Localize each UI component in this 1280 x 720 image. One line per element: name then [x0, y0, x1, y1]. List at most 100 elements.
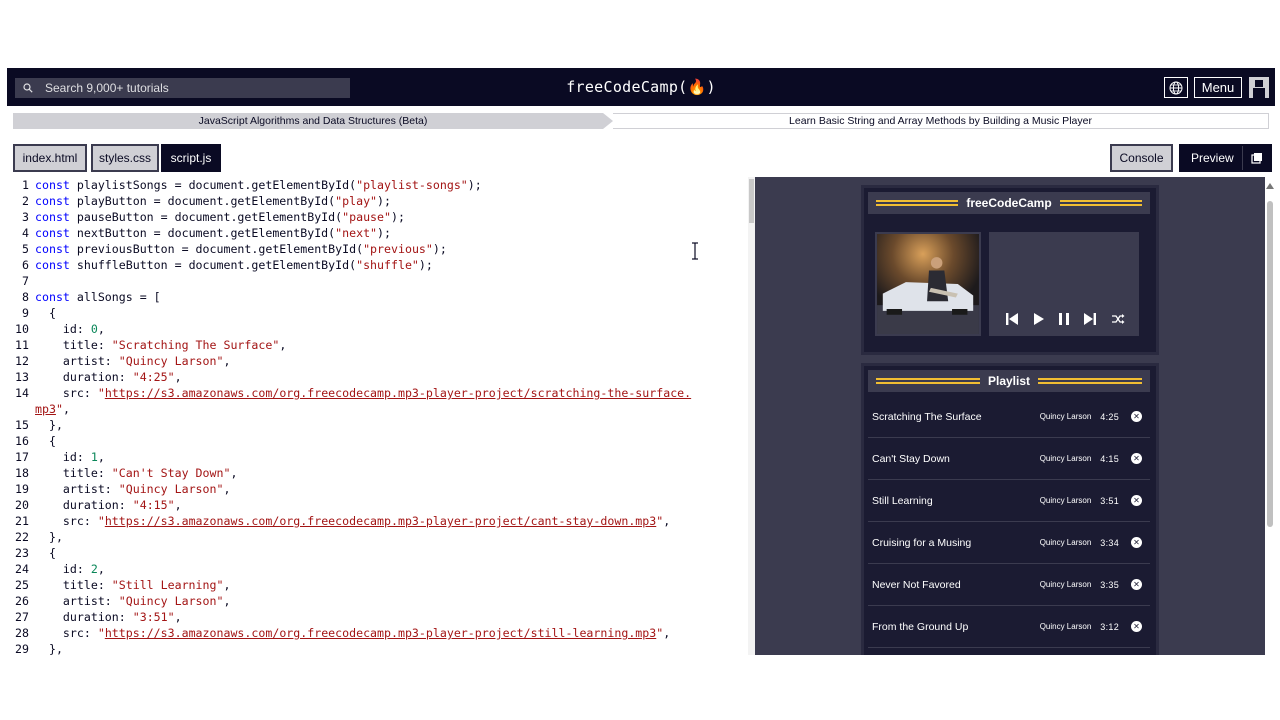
editor-scrollbar-thumb[interactable]	[749, 179, 754, 223]
code-line[interactable]: 9 {	[7, 305, 56, 321]
code-line[interactable]: 22 },	[7, 529, 63, 545]
line-number: 9	[22, 306, 29, 320]
song-title[interactable]: Still Learning	[868, 495, 1040, 507]
playlist-title-bar: Playlist	[868, 370, 1150, 392]
delete-song-button[interactable]: ✕	[1131, 411, 1142, 422]
line-number: 29	[15, 642, 29, 655]
code-line[interactable]: 1 const playlistSongs = document.getEleme…	[7, 177, 482, 193]
code-line[interactable]: 4 const nextButton = document.getElementB…	[7, 225, 391, 241]
menu-button[interactable]: Menu	[1194, 77, 1242, 98]
code-line[interactable]: 16 {	[7, 433, 56, 449]
song-title[interactable]: From the Ground Up	[868, 621, 1040, 633]
editor-scrollbar[interactable]	[748, 177, 755, 655]
line-number: 18	[15, 466, 29, 480]
tab-index-html[interactable]: index.html	[13, 144, 87, 172]
code-line[interactable]: 13 duration: "4:25",	[7, 369, 182, 385]
play-icon[interactable]	[1032, 312, 1046, 326]
code-line[interactable]: 24 id: 2,	[7, 561, 105, 577]
playlist-song[interactable]: Still Learning Quincy Larson 3:51 ✕	[868, 480, 1150, 522]
code-line[interactable]: 18 title: "Can't Stay Down",	[7, 465, 237, 481]
code-line[interactable]: 2 const playButton = document.getElementB…	[7, 193, 391, 209]
code-editor[interactable]: 1 const playlistSongs = document.getEleme…	[7, 177, 755, 655]
song-artist: Quincy Larson	[1039, 580, 1092, 589]
code-line[interactable]: 27 duration: "3:51",	[7, 609, 182, 625]
code-line[interactable]: 15 },	[7, 417, 63, 433]
line-number: 22	[15, 530, 29, 544]
code-text: title: "Still Learning",	[35, 578, 231, 592]
code-text: },	[35, 642, 63, 655]
preview-button[interactable]: Preview	[1179, 144, 1272, 172]
code-line[interactable]: 25 title: "Still Learning",	[7, 577, 230, 593]
code-line[interactable]: 3 const pauseButton = document.getElement…	[7, 209, 405, 225]
code-line[interactable]: 23 {	[7, 545, 56, 561]
code-line[interactable]: 5 const previousButton = document.getElem…	[7, 241, 447, 257]
console-button[interactable]: Console	[1110, 144, 1173, 172]
song-title[interactable]: Never Not Favored	[868, 579, 1040, 591]
song-artist: Quincy Larson	[1039, 496, 1092, 505]
code-line[interactable]: 6 const shuffleButton = document.getEleme…	[7, 257, 433, 273]
title-decoration-right	[1038, 378, 1142, 384]
code-line[interactable]: 19 artist: "Quincy Larson",	[7, 481, 230, 497]
playlist-song[interactable]: Scratching The Surface Quincy Larson 4:25 ✕	[868, 396, 1150, 438]
song-artist: Quincy Larson	[1039, 538, 1092, 547]
code-line[interactable]: 28 src: "https://s3.amazonaws.com/org.fr…	[7, 625, 670, 641]
playlist-song[interactable]: From the Ground Up Quincy Larson 3:12 ✕	[868, 606, 1150, 648]
breadcrumb-course[interactable]: JavaScript Algorithms and Data Structure…	[13, 113, 613, 129]
playlist-title: Playlist	[987, 374, 1031, 388]
song-artist: Quincy Larson	[1039, 622, 1092, 631]
delete-song-button[interactable]: ✕	[1131, 579, 1142, 590]
site-logo[interactable]: freeCodeCamp(🔥)	[7, 78, 1275, 96]
preview-scrollbar-thumb[interactable]	[1267, 201, 1273, 527]
song-title[interactable]: Scratching The Surface	[868, 411, 1040, 423]
player-controls	[989, 232, 1139, 336]
code-line[interactable]: 7	[7, 273, 35, 289]
line-number: 24	[15, 562, 29, 576]
playlist-song[interactable]: Cruising for a Musing Quincy Larson 3:34 ✕	[868, 522, 1150, 564]
code-line[interactable]: 12 artist: "Quincy Larson",	[7, 353, 230, 369]
delete-song-button[interactable]: ✕	[1131, 537, 1142, 548]
pause-icon[interactable]	[1057, 312, 1071, 326]
scroll-up-arrow-icon[interactable]	[1266, 183, 1274, 189]
close-icon: ✕	[1133, 538, 1140, 547]
playlist-song[interactable]: Can't Stay Down Quincy Larson 4:15 ✕	[868, 438, 1150, 480]
popout-button[interactable]	[1242, 146, 1270, 170]
close-icon: ✕	[1133, 454, 1140, 463]
code-text: artist: "Quincy Larson",	[35, 594, 231, 608]
delete-song-button[interactable]: ✕	[1131, 495, 1142, 506]
code-line[interactable]: 29 },	[7, 641, 63, 655]
globe-icon	[1169, 81, 1183, 94]
song-title[interactable]: Cruising for a Musing	[868, 537, 1040, 549]
language-button[interactable]	[1164, 77, 1188, 98]
next-icon[interactable]	[1083, 312, 1097, 326]
code-text: const playButton = document.getElementBy…	[35, 194, 392, 208]
album-art-image	[877, 234, 979, 334]
playlist-song[interactable]: Never Not Favored Quincy Larson 3:35 ✕	[868, 564, 1150, 606]
code-line[interactable]: 14 src: "https://s3.amazonaws.com/org.fr…	[7, 385, 691, 401]
shuffle-icon[interactable]	[1111, 312, 1125, 326]
code-text: id: 2,	[35, 562, 105, 576]
tab-script-js[interactable]: script.js	[161, 144, 221, 172]
code-line[interactable]: 20 duration: "4:15",	[7, 497, 182, 513]
code-line[interactable]: 11 title: "Scratching The Surface",	[7, 337, 286, 353]
delete-song-button[interactable]: ✕	[1131, 621, 1142, 632]
tab-styles-css[interactable]: styles.css	[91, 144, 159, 172]
code-line[interactable]: 21 src: "https://s3.amazonaws.com/org.fr…	[7, 513, 670, 529]
song-title[interactable]: Can't Stay Down	[868, 453, 1040, 465]
previous-icon[interactable]	[1005, 312, 1019, 326]
preview-scrollbar[interactable]	[1265, 177, 1275, 655]
avatar[interactable]	[1249, 77, 1269, 98]
code-line[interactable]: 8 const allSongs = [	[7, 289, 161, 305]
player-title-bar: freeCodeCamp	[868, 192, 1150, 214]
code-line[interactable]: 26 artist: "Quincy Larson",	[7, 593, 230, 609]
line-number: 17	[15, 450, 29, 464]
line-number: 20	[15, 498, 29, 512]
code-line[interactable]: 10 id: 0,	[7, 321, 105, 337]
breadcrumb-project: Learn Basic String and Array Methods by …	[613, 113, 1269, 129]
song-artist: Quincy Larson	[1039, 412, 1092, 421]
delete-song-button[interactable]: ✕	[1131, 453, 1142, 464]
close-icon: ✕	[1133, 412, 1140, 421]
code-line[interactable]: 17 id: 1,	[7, 449, 105, 465]
code-line[interactable]: mp3",	[7, 401, 70, 417]
playlist-panel: Playlist Scratching The Surface Quincy La…	[861, 363, 1159, 655]
code-text: mp3",	[35, 402, 70, 416]
